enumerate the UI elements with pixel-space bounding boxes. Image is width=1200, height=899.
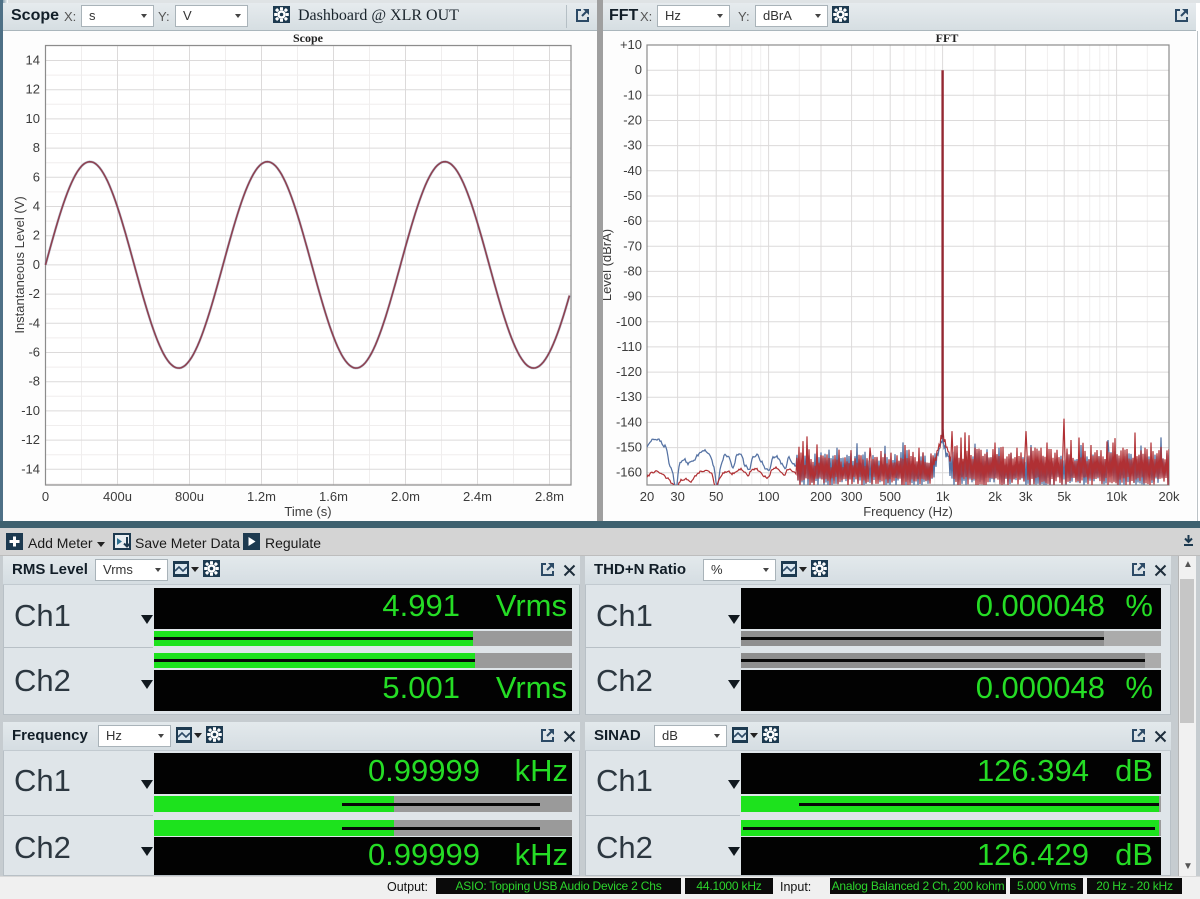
svg-text:800u: 800u bbox=[175, 489, 204, 504]
svg-text:-2: -2 bbox=[28, 286, 40, 301]
svg-text:8: 8 bbox=[33, 140, 40, 155]
svg-text:-30: -30 bbox=[623, 138, 642, 153]
svg-text:3k: 3k bbox=[1019, 489, 1033, 504]
svg-text:-8: -8 bbox=[28, 374, 40, 389]
svg-text:-160: -160 bbox=[616, 465, 642, 480]
svg-text:Frequency (Hz): Frequency (Hz) bbox=[863, 504, 953, 519]
svg-text:1.2m: 1.2m bbox=[247, 489, 276, 504]
svg-text:-150: -150 bbox=[616, 440, 642, 455]
svg-text:Level (dBrA): Level (dBrA) bbox=[603, 229, 614, 301]
svg-text:300: 300 bbox=[841, 489, 863, 504]
svg-text:12: 12 bbox=[26, 82, 40, 97]
svg-text:-6: -6 bbox=[28, 345, 40, 360]
svg-text:-60: -60 bbox=[623, 213, 642, 228]
svg-text:50: 50 bbox=[709, 489, 723, 504]
svg-text:-140: -140 bbox=[616, 414, 642, 429]
svg-text:-10: -10 bbox=[623, 87, 642, 102]
svg-text:500: 500 bbox=[879, 489, 901, 504]
svg-text:20k: 20k bbox=[1159, 489, 1180, 504]
svg-text:-120: -120 bbox=[616, 364, 642, 379]
svg-text:2: 2 bbox=[33, 228, 40, 243]
svg-text:0: 0 bbox=[635, 62, 642, 77]
svg-text:30: 30 bbox=[670, 489, 684, 504]
svg-text:2.8m: 2.8m bbox=[535, 489, 564, 504]
svg-text:-110: -110 bbox=[617, 339, 642, 354]
svg-text:-70: -70 bbox=[623, 238, 642, 253]
svg-text:2.0m: 2.0m bbox=[391, 489, 420, 504]
svg-text:0: 0 bbox=[42, 489, 49, 504]
svg-text:-90: -90 bbox=[623, 289, 642, 304]
svg-text:2k: 2k bbox=[988, 489, 1002, 504]
svg-text:10k: 10k bbox=[1106, 489, 1127, 504]
svg-text:6: 6 bbox=[33, 169, 40, 184]
svg-text:1.6m: 1.6m bbox=[319, 489, 348, 504]
svg-text:0: 0 bbox=[33, 257, 40, 272]
svg-text:-4: -4 bbox=[28, 315, 40, 330]
svg-text:-100: -100 bbox=[616, 314, 642, 329]
svg-text:4: 4 bbox=[33, 199, 40, 214]
svg-text:-10: -10 bbox=[21, 403, 40, 418]
svg-text:200: 200 bbox=[810, 489, 832, 504]
svg-text:Instantaneous Level (V): Instantaneous Level (V) bbox=[12, 196, 27, 333]
svg-text:20: 20 bbox=[640, 489, 654, 504]
svg-text:1k: 1k bbox=[936, 489, 950, 504]
svg-text:FFT: FFT bbox=[936, 31, 959, 45]
svg-text:100: 100 bbox=[758, 489, 780, 504]
svg-text:+10: +10 bbox=[620, 37, 642, 52]
svg-text:-40: -40 bbox=[623, 163, 642, 178]
svg-text:-20: -20 bbox=[623, 113, 642, 128]
svg-text:-12: -12 bbox=[21, 432, 40, 447]
svg-text:5k: 5k bbox=[1057, 489, 1071, 504]
svg-text:400u: 400u bbox=[103, 489, 132, 504]
svg-text:Time (s): Time (s) bbox=[284, 504, 331, 519]
svg-text:-50: -50 bbox=[623, 188, 642, 203]
svg-text:-80: -80 bbox=[623, 263, 642, 278]
svg-text:10: 10 bbox=[26, 111, 40, 126]
svg-text:14: 14 bbox=[26, 53, 40, 68]
svg-text:2.4m: 2.4m bbox=[463, 489, 492, 504]
svg-text:Scope: Scope bbox=[293, 31, 324, 45]
svg-text:-130: -130 bbox=[616, 389, 642, 404]
svg-text:-14: -14 bbox=[21, 461, 40, 476]
